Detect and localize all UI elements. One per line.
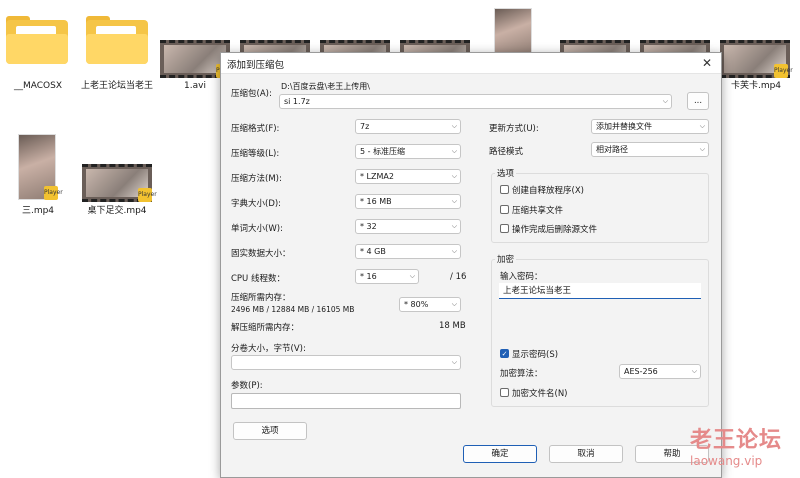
solid-select[interactable]: * 4 GB ⌵ bbox=[355, 244, 461, 259]
archive-label: 压缩包(A): bbox=[231, 89, 272, 99]
update-value: 添加并替换文件 bbox=[596, 122, 652, 131]
archive-name-value: si 1.7z bbox=[284, 97, 310, 106]
sfx-checkbox[interactable] bbox=[500, 185, 509, 194]
delete-source-checkbox[interactable] bbox=[500, 224, 509, 233]
options-button[interactable]: 选项 bbox=[233, 422, 307, 440]
chevron-down-icon: ⌵ bbox=[409, 272, 415, 280]
level-label: 压缩等级(L): bbox=[231, 149, 280, 159]
video-thumbnail[interactable] bbox=[494, 8, 532, 56]
options-group-title: 选项 bbox=[495, 167, 517, 179]
chevron-down-icon: ⌵ bbox=[451, 172, 457, 180]
desktop-icon-label[interactable]: 桌下足交.mp4 bbox=[76, 205, 158, 217]
chevron-down-icon: ⌵ bbox=[451, 147, 457, 155]
chevron-down-icon: ⌵ bbox=[451, 358, 457, 366]
solid-value: * 4 GB bbox=[360, 247, 386, 256]
chevron-down-icon: ⌵ bbox=[451, 247, 457, 255]
threads-select[interactable]: * 16 ⌵ bbox=[355, 269, 419, 284]
method-label: 压缩方法(M): bbox=[231, 174, 282, 184]
watermark-url: laowang.vip bbox=[690, 454, 763, 468]
word-value: * 32 bbox=[360, 222, 377, 231]
path-select[interactable]: 相对路径 ⌵ bbox=[591, 142, 709, 157]
encrypt-names-label[interactable]: 加密文件名(N) bbox=[512, 387, 568, 399]
chevron-down-icon: ⌵ bbox=[451, 300, 457, 308]
chevron-down-icon: ⌵ bbox=[451, 222, 457, 230]
mem-comp-label: 压缩所需内存： bbox=[231, 293, 291, 303]
update-label: 更新方式(U): bbox=[489, 124, 539, 134]
mem-decomp-label: 解压缩所需内存： bbox=[231, 323, 300, 333]
shared-label[interactable]: 压缩共享文件 bbox=[512, 204, 563, 216]
shared-checkbox[interactable] bbox=[500, 205, 509, 214]
mem-usage-select[interactable]: * 80% ⌵ bbox=[399, 297, 461, 312]
dialog-titlebar[interactable]: 添加到压缩包 ✕ bbox=[221, 53, 721, 74]
delete-source-label[interactable]: 操作完成后删除源文件 bbox=[512, 223, 597, 235]
desktop-icon-label[interactable]: __MACOSX bbox=[0, 80, 76, 92]
add-to-archive-dialog: 添加到压缩包 ✕ 压缩包(A): D:\百度云盘\老王上传用\ si 1.7z ⌵… bbox=[220, 52, 722, 478]
show-password-checkbox[interactable]: ✓ bbox=[500, 349, 509, 358]
chevron-down-icon: ⌵ bbox=[451, 197, 457, 205]
method-select[interactable]: * LZMA2 ⌵ bbox=[355, 169, 461, 184]
chevron-down-icon: ⌵ bbox=[662, 97, 668, 105]
close-icon[interactable]: ✕ bbox=[699, 55, 715, 71]
dict-value: * 16 MB bbox=[360, 197, 392, 206]
enc-method-value: AES-256 bbox=[624, 367, 658, 376]
threads-label: CPU 线程数： bbox=[231, 274, 285, 284]
chevron-down-icon: ⌵ bbox=[699, 122, 705, 130]
player-badge-icon: Player bbox=[44, 186, 63, 200]
volume-label: 分卷大小，字节(V): bbox=[231, 344, 306, 354]
chevron-down-icon: ⌵ bbox=[451, 122, 457, 130]
format-label: 压缩格式(F): bbox=[231, 124, 280, 134]
path-value: 相对路径 bbox=[596, 145, 628, 154]
word-label: 单词大小(W): bbox=[231, 224, 283, 234]
params-input[interactable] bbox=[231, 393, 461, 409]
dialog-title: 添加到压缩包 bbox=[227, 60, 285, 71]
mem-decomp-value: 18 MB bbox=[439, 321, 466, 331]
sfx-label[interactable]: 创建自释放程序(X) bbox=[512, 184, 584, 196]
desktop-icon-label[interactable]: 三.mp4 bbox=[0, 205, 76, 217]
format-value: 7z bbox=[360, 122, 370, 131]
chevron-down-icon: ⌵ bbox=[691, 367, 697, 375]
volume-select[interactable]: ⌵ bbox=[231, 355, 461, 370]
chevron-down-icon: ⌵ bbox=[699, 145, 705, 153]
word-select[interactable]: * 32 ⌵ bbox=[355, 219, 461, 234]
enc-method-label: 加密算法： bbox=[500, 369, 543, 379]
folder-icon[interactable] bbox=[86, 16, 148, 64]
mem-comp-detail: 2496 MB / 12884 MB / 16105 MB bbox=[231, 305, 355, 314]
threads-total: / 16 bbox=[450, 272, 467, 282]
browse-button[interactable]: ... bbox=[687, 92, 709, 110]
dict-label: 字典大小(D): bbox=[231, 199, 282, 209]
path-label: 路径模式 bbox=[489, 147, 524, 157]
cancel-button[interactable]: 取消 bbox=[549, 445, 623, 463]
watermark-title: 老王论坛 bbox=[690, 428, 783, 453]
ok-button[interactable]: 确定 bbox=[463, 445, 537, 463]
encrypt-names-checkbox[interactable] bbox=[500, 388, 509, 397]
params-label: 参数(P): bbox=[231, 381, 263, 391]
desktop-icon-label[interactable]: 卡芙卡.mp4 bbox=[718, 80, 794, 92]
desktop-icon-label[interactable]: 上老王论坛当老王 bbox=[78, 80, 156, 92]
dict-select[interactable]: * 16 MB ⌵ bbox=[355, 194, 461, 209]
player-badge-icon: Player bbox=[774, 64, 793, 78]
format-select[interactable]: 7z ⌵ bbox=[355, 119, 461, 134]
player-badge-icon: Player bbox=[138, 188, 157, 202]
method-value: * LZMA2 bbox=[360, 172, 394, 181]
threads-value: * 16 bbox=[360, 272, 377, 281]
enc-method-select[interactable]: AES-256 ⌵ bbox=[619, 364, 701, 379]
level-select[interactable]: 5 - 标准压缩 ⌵ bbox=[355, 144, 461, 159]
archive-path: D:\百度云盘\老王上传用\ bbox=[281, 82, 370, 91]
show-password-label[interactable]: 显示密码(S) bbox=[512, 348, 558, 360]
solid-label: 固实数据大小： bbox=[231, 249, 291, 259]
password-label: 输入密码： bbox=[500, 272, 543, 282]
update-select[interactable]: 添加并替换文件 ⌵ bbox=[591, 119, 709, 134]
password-input[interactable]: 上老王论坛当老王 bbox=[499, 283, 701, 299]
level-value: 5 - 标准压缩 bbox=[360, 147, 406, 156]
folder-icon[interactable] bbox=[6, 16, 68, 64]
archive-name-input[interactable]: si 1.7z ⌵ bbox=[279, 94, 672, 109]
mem-usage-value: * 80% bbox=[404, 300, 429, 309]
encryption-group-title: 加密 bbox=[495, 253, 517, 265]
